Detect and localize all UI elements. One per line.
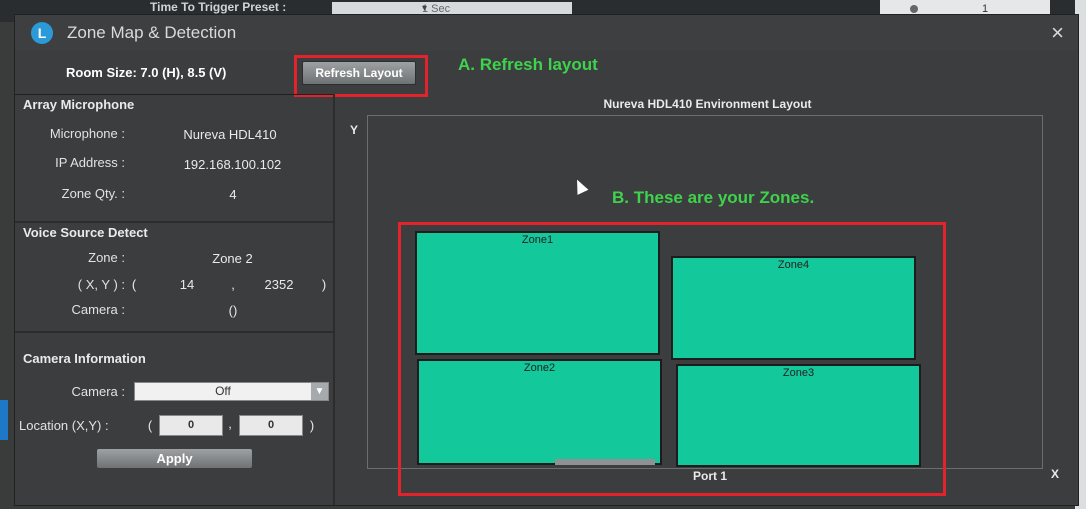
x-axis-label: X (1051, 467, 1060, 481)
annotation-zones: B. These are your Zones. (612, 188, 815, 207)
vs-xy-close-paren: ) (321, 277, 327, 292)
vs-xy-label: ( X, Y ) : (77, 277, 125, 292)
vs-xy-comma: , (231, 277, 235, 292)
voice-source-heading: Voice Source Detect (23, 225, 148, 240)
ip-address-label: IP Address : (55, 155, 125, 170)
section-divider (15, 221, 333, 223)
ip-address-value: 192.168.100.102 (183, 157, 282, 172)
vs-zone-label: Zone : (88, 250, 125, 265)
location-label: Location (X,Y) : (19, 418, 109, 433)
ci-camera-label: Camera : (71, 384, 125, 399)
vs-x-value: 14 (179, 277, 195, 292)
left-panel: Array Microphone Microphone : Nureva HDL… (15, 94, 333, 506)
zone-qty-value: 4 (229, 187, 237, 202)
location-open-paren: ( (147, 418, 153, 433)
location-y-input[interactable]: 0 (239, 415, 303, 436)
vs-y-value: 2352 (264, 277, 294, 292)
microphone-label: Microphone : (49, 126, 125, 141)
trigger-preset-label: Time To Trigger Preset : (150, 0, 287, 14)
app-logo-icon: L (31, 22, 53, 44)
apply-button[interactable]: Apply (97, 449, 252, 468)
location-close-paren: ) (309, 418, 315, 433)
highlight-box-zones (398, 222, 946, 496)
camera-info-heading: Camera Information (23, 351, 146, 366)
location-comma: , (228, 416, 232, 431)
chevron-down-icon[interactable]: ▼ (311, 383, 328, 400)
annotation-refresh: A. Refresh layout (458, 55, 598, 74)
zone-map-dialog: L Zone Map & Detection × Room Size: 7.0 … (14, 14, 1079, 506)
vs-camera-label: Camera : (71, 302, 125, 317)
dialog-titlebar: L Zone Map & Detection × (15, 15, 1078, 51)
camera-select[interactable]: Off ▼ (134, 382, 329, 401)
array-microphone-heading: Array Microphone (23, 97, 135, 112)
vs-camera-value: () (228, 303, 238, 318)
vs-zone-value: Zone 2 (212, 251, 253, 266)
camera-select-value: Off (215, 384, 231, 398)
close-icon[interactable]: × (1051, 20, 1064, 46)
microphone-value: Nureva HDL410 (183, 127, 277, 142)
vs-xy-open-paren: ( (131, 277, 137, 292)
section-divider (15, 331, 333, 333)
panel-divider (333, 94, 335, 505)
location-x-input[interactable]: 0 (159, 415, 223, 436)
highlight-box-refresh (294, 55, 428, 97)
room-size-text: Room Size: 7.0 (H), 8.5 (V) (66, 65, 227, 80)
y-axis-label: Y (350, 123, 359, 137)
radio-dot-icon[interactable] (910, 5, 918, 13)
layout-title: Nureva HDL410 Environment Layout (603, 97, 812, 111)
chevron-down-icon: ▾ (422, 3, 428, 14)
zone-qty-label: Zone Qty. : (61, 186, 125, 201)
dialog-title: Zone Map & Detection (67, 23, 237, 42)
background-left-edge (0, 400, 8, 440)
